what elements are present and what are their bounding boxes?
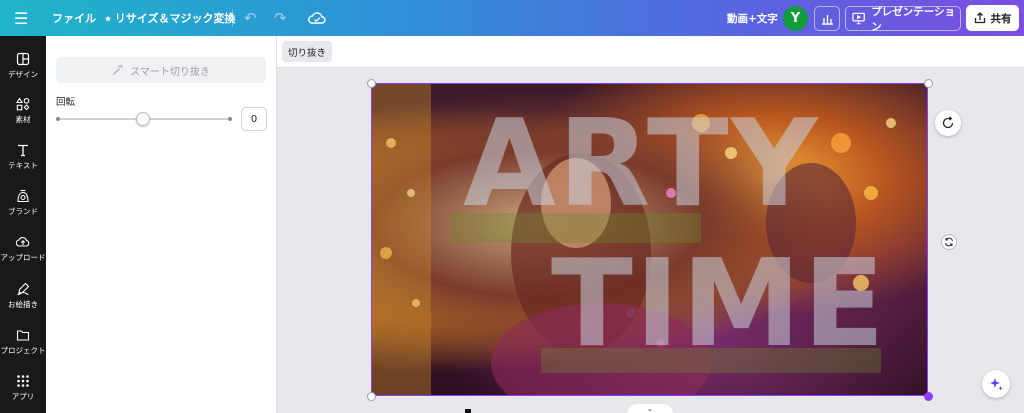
- sidebar-item-label: お絵描き: [8, 300, 38, 309]
- layout-icon: [16, 52, 30, 66]
- smart-crop-label: スマート切り抜き: [130, 66, 210, 78]
- sidebar-item-label: テキスト: [8, 161, 38, 170]
- party-photo[interactable]: ARTY TIME: [371, 83, 928, 396]
- sidebar-item-draw[interactable]: お絵描き: [0, 274, 46, 318]
- top-toolbar: ☰ ファイル ⭑ リサイズ＆マジック変換 ↶ ↷ 動画+文字 Y プレゼンテーシ…: [0, 0, 1024, 36]
- sidebar-item-elements[interactable]: 素材: [0, 89, 46, 133]
- text-icon: [18, 144, 28, 157]
- headline-text-arty[interactable]: ARTY: [463, 105, 820, 225]
- rotation-value-input[interactable]: 0: [241, 107, 267, 131]
- resize-handle-bottom-left[interactable]: [367, 392, 376, 401]
- cloud-upload-icon: [16, 237, 30, 247]
- hamburger-menu-icon[interactable]: ☰: [14, 0, 32, 36]
- share-label: 共有: [990, 12, 1012, 25]
- rotate-button[interactable]: [935, 110, 961, 136]
- apps-icon: [17, 375, 29, 387]
- document-title[interactable]: 動画+文字: [727, 0, 778, 36]
- sidebar-item-brand[interactable]: ブランド: [0, 181, 46, 225]
- sidebar-item-text[interactable]: テキスト: [0, 135, 46, 179]
- sidebar-item-label: アップロード: [0, 253, 46, 262]
- resize-handle-top-right[interactable]: [924, 79, 933, 88]
- sidebar-item-label: デザイン: [8, 70, 38, 79]
- draw-icon: [17, 282, 30, 296]
- magic-wand-icon: [113, 65, 123, 75]
- slider-min-dot: [56, 117, 60, 121]
- toolbar-divider: [232, 9, 233, 27]
- resize-handle-bottom-right[interactable]: [924, 392, 933, 401]
- shapes-icon: [16, 97, 30, 111]
- undo-icon[interactable]: ↶: [244, 0, 257, 36]
- sidebar-item-label: アプリ: [11, 392, 35, 401]
- resize-handle-top-left[interactable]: [367, 79, 376, 88]
- design-canvas: ARTY TIME ⌄: [277, 68, 1024, 413]
- resize-magic-button[interactable]: ⭑ リサイズ＆マジック変換: [105, 0, 235, 36]
- sidebar-item-uploads[interactable]: アップロード: [0, 227, 46, 271]
- sidebar-item-label: 素材: [15, 115, 31, 124]
- swap-button[interactable]: [941, 234, 957, 250]
- sidebar-item-label: ブランド: [8, 207, 38, 216]
- sidebar-item-label: プロジェクト: [0, 346, 46, 355]
- cloud-save-icon[interactable]: [308, 0, 326, 36]
- crop-settings-panel: スマート切り抜き 回転 0: [46, 36, 277, 413]
- sparkle-icon: [990, 378, 1003, 391]
- folder-icon: [16, 330, 30, 341]
- present-label: プレゼンテーション: [871, 5, 955, 33]
- sidebar-item-apps[interactable]: アプリ: [0, 366, 46, 410]
- refresh-icon: [944, 237, 954, 247]
- present-button[interactable]: プレゼンテーション: [845, 5, 961, 33]
- left-sidebar: デザイン 素材 テキスト ブランド アップロード お絵描き プロジェクト アプリ: [0, 36, 46, 413]
- slider-max-dot: [228, 117, 232, 121]
- chevron-down-icon: ⌄: [646, 404, 654, 413]
- brand-icon: [17, 189, 29, 203]
- presentation-icon: [852, 12, 865, 25]
- context-toolbar: 切り抜き: [277, 36, 1024, 68]
- insights-button[interactable]: [814, 6, 840, 31]
- crop-button[interactable]: 切り抜き: [282, 41, 333, 62]
- rotation-slider-thumb[interactable]: [136, 112, 150, 126]
- page-marker: [465, 409, 471, 413]
- rotate-icon: [942, 116, 954, 129]
- smart-crop-button[interactable]: スマート切り抜き: [56, 57, 266, 83]
- sidebar-item-design[interactable]: デザイン: [0, 44, 46, 88]
- page-panel-toggle[interactable]: ⌄: [627, 404, 673, 413]
- share-icon: [974, 12, 985, 24]
- rotation-label: 回転: [56, 97, 76, 108]
- headline-text-time[interactable]: TIME: [551, 245, 887, 365]
- file-menu-button[interactable]: ファイル: [52, 0, 96, 36]
- magic-assistant-button[interactable]: [982, 370, 1010, 398]
- bar-chart-icon: [821, 14, 833, 25]
- share-button[interactable]: 共有: [966, 5, 1019, 31]
- avatar[interactable]: Y: [783, 6, 808, 31]
- sidebar-item-projects[interactable]: プロジェクト: [0, 320, 46, 364]
- redo-icon[interactable]: ↷: [274, 0, 287, 36]
